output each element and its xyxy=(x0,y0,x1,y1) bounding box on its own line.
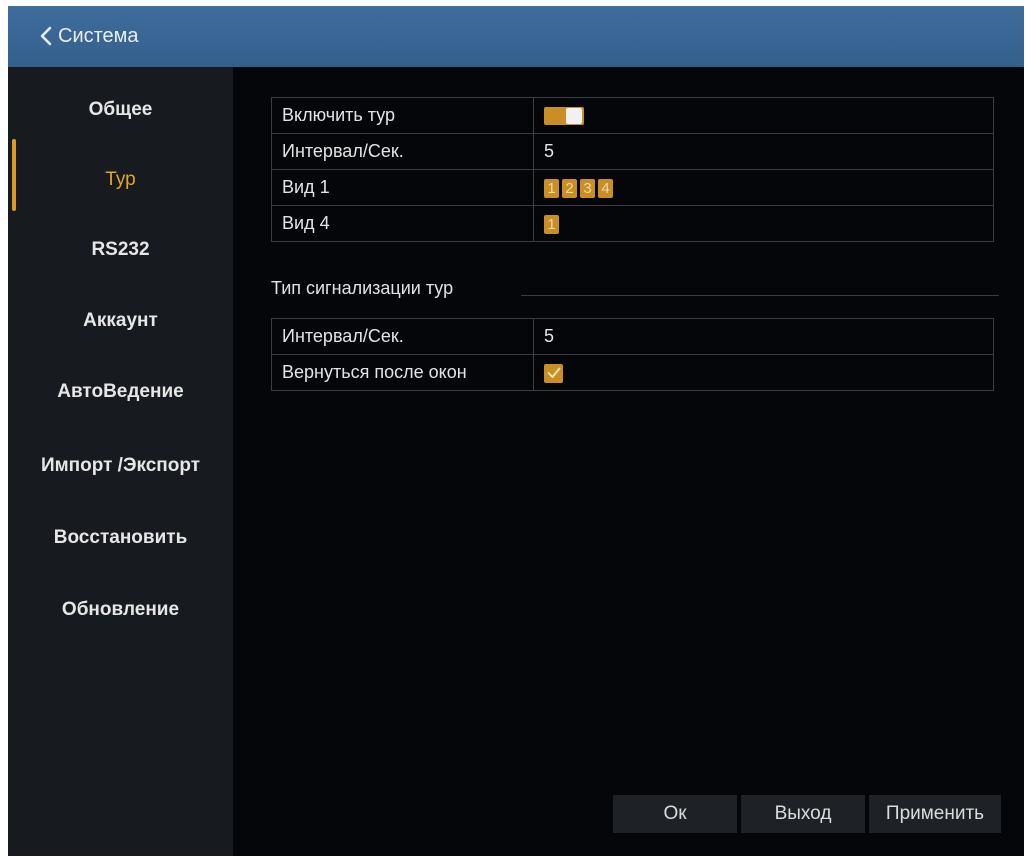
view1-channel-3[interactable]: 3 xyxy=(580,178,595,198)
exit-button[interactable]: Выход xyxy=(741,795,865,833)
page-title: Система xyxy=(58,24,139,47)
interval-value[interactable]: 5 xyxy=(533,133,994,170)
settings-row: Интервал/Сек. 5 xyxy=(271,318,994,355)
view1-channel-1[interactable]: 1 xyxy=(544,178,559,198)
apply-button[interactable]: Применить xyxy=(869,795,1001,833)
settings-row: Включить тур xyxy=(271,97,994,134)
toggle-knob xyxy=(566,108,582,125)
back-button[interactable]: Система xyxy=(40,22,139,50)
view4-label: Вид 4 xyxy=(271,205,534,242)
alarm-tour-table: Интервал/Сек. 5 Вернуться после окон xyxy=(271,318,994,391)
alarm-interval-value[interactable]: 5 xyxy=(533,318,994,355)
enable-tour-label: Включить тур xyxy=(271,97,534,134)
sidebar-item-rs232[interactable]: RS232 xyxy=(8,230,233,270)
section-divider xyxy=(521,295,999,296)
sidebar-item-general[interactable]: Общее xyxy=(8,90,233,130)
settings-row: Вернуться после окон xyxy=(271,354,994,391)
chevron-left-icon xyxy=(40,26,52,46)
sidebar-item-auto-maintenance[interactable]: АвтоВедение xyxy=(8,372,233,412)
main-panel: Включить тур Интервал/Сек. 5 Вид 1 1234 … xyxy=(233,67,1024,856)
interval-label: Интервал/Сек. xyxy=(271,133,534,170)
alarm-tour-section-title: Тип сигнализации тур xyxy=(271,278,454,298)
settings-window: Система Общее Тур RS232 Аккаунт АвтоВеде… xyxy=(8,6,1024,856)
sidebar: Общее Тур RS232 Аккаунт АвтоВедение Импо… xyxy=(8,67,233,856)
sidebar-item-import-export[interactable]: Импорт /Экспорт xyxy=(8,446,233,486)
alarm-interval-label: Интервал/Сек. xyxy=(271,318,534,355)
title-bar: Система xyxy=(8,6,1024,67)
view1-channel-4[interactable]: 4 xyxy=(598,178,613,198)
settings-row: Вид 1 1234 xyxy=(271,169,994,206)
settings-row: Вид 4 1 xyxy=(271,205,994,242)
tour-settings-table: Включить тур Интервал/Сек. 5 Вид 1 1234 … xyxy=(271,97,994,242)
return-after-label: Вернуться после окон xyxy=(271,354,534,391)
sidebar-item-restore[interactable]: Восстановить xyxy=(8,518,233,558)
sidebar-item-account[interactable]: Аккаунт xyxy=(8,301,233,341)
view1-label: Вид 1 xyxy=(271,169,534,206)
enable-tour-toggle[interactable] xyxy=(544,107,584,126)
sidebar-item-tour[interactable]: Тур xyxy=(8,160,233,200)
sidebar-item-update[interactable]: Обновление xyxy=(8,590,233,630)
view4-channel-1[interactable]: 1 xyxy=(544,214,559,234)
return-after-checkbox[interactable] xyxy=(544,363,563,384)
ok-button[interactable]: Ок xyxy=(613,795,737,833)
settings-row: Интервал/Сек. 5 xyxy=(271,133,994,170)
check-icon xyxy=(547,363,561,384)
view1-channel-2[interactable]: 2 xyxy=(562,178,577,198)
